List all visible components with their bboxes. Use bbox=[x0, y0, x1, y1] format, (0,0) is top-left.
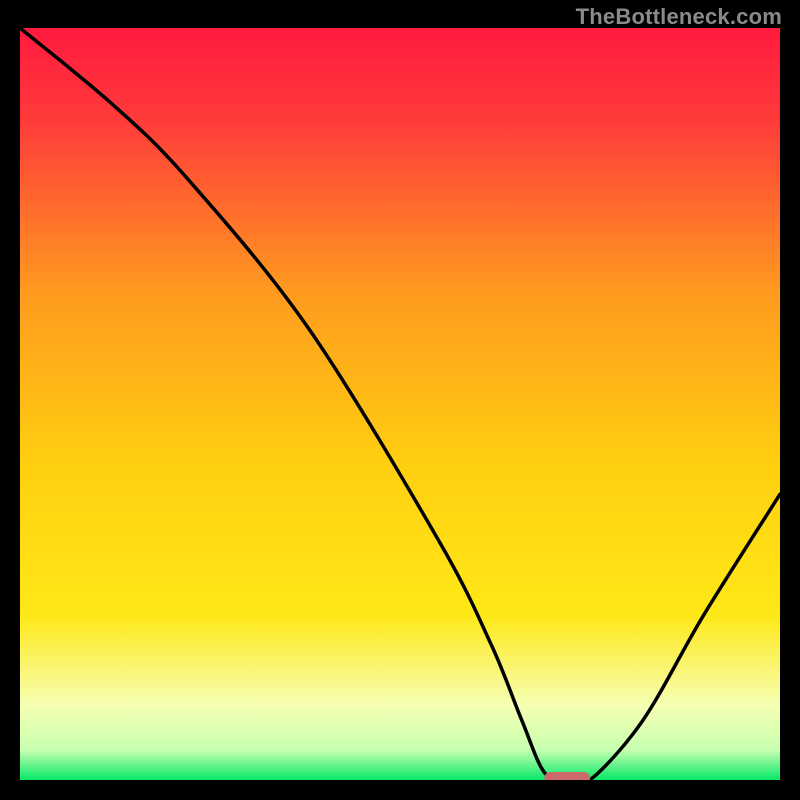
bottleneck-chart bbox=[20, 28, 780, 780]
optimum-marker bbox=[544, 772, 590, 780]
gradient-background bbox=[20, 28, 780, 780]
watermark-text: TheBottleneck.com bbox=[576, 4, 782, 30]
chart-frame: TheBottleneck.com bbox=[0, 0, 800, 800]
